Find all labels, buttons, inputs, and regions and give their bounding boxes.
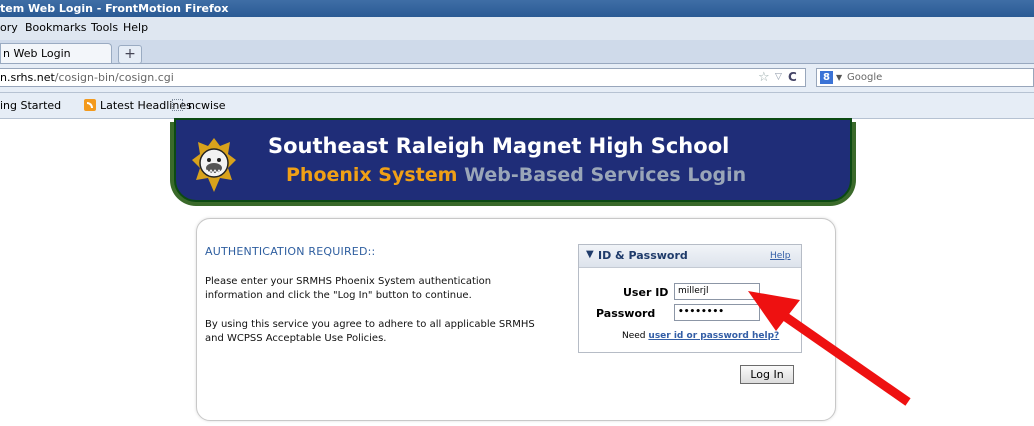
school-banner: Southeast Raleigh Magnet High School Pho… [174,118,852,202]
school-name: Southeast Raleigh Magnet High School [268,134,730,158]
search-engine-label: Google [847,72,883,83]
menu-bookmarks[interactable]: Bookmarks [25,21,86,34]
password-help-link[interactable]: user id or password help? [648,331,779,341]
system-name: Phoenix System [286,164,458,186]
rss-feed-icon [84,99,96,111]
window-titlebar: tem Web Login - FrontMotion Firefox [0,0,1034,17]
tab-strip: n Web Login + [0,40,1034,64]
bookmark-star-icon[interactable]: ☆ [758,69,770,86]
id-password-box: ▼ ID & Password Help User ID millerjl Pa… [578,244,802,353]
help-line: Need user id or password help? [622,331,779,341]
log-in-button[interactable]: Log In [740,365,794,384]
reload-icon[interactable]: C [788,69,797,86]
need-text: Need [622,331,646,341]
id-password-header[interactable]: ▼ ID & Password Help [579,245,801,268]
page-icon [172,99,183,111]
google-icon[interactable]: 8 [820,71,833,84]
url-bar[interactable]: n.srhs.net/cosign-bin/cosign.cgi ☆ ▽ C [0,68,806,87]
bulldog-logo-icon [192,138,236,192]
menu-tools[interactable]: Tools [91,21,118,34]
menu-help[interactable]: Help [123,21,148,34]
history-dropdown-icon[interactable]: ▽ [775,69,782,86]
menu-bar: ory Bookmarks Tools Help [0,17,1034,41]
bookmark-getting-started[interactable]: ing Started [0,99,61,112]
url-path: /cosign-bin/cosign.cgi [54,71,174,84]
bookmarks-toolbar: ing Started Latest Headlines ncwise [0,93,1034,119]
search-box[interactable]: 8 ▼ Google [816,68,1034,87]
help-link[interactable]: Help [770,251,791,261]
login-panel: AUTHENTICATION REQUIRED:: Please enter y… [196,218,836,421]
user-id-label: User ID [623,286,669,299]
new-tab-button[interactable]: + [118,45,142,64]
navigation-bar: n.srhs.net/cosign-bin/cosign.cgi ☆ ▽ C 8… [0,64,1034,93]
policy-text: By using this service you agree to adher… [205,319,535,344]
bookmark-ncwise[interactable]: ncwise [188,99,226,112]
password-input[interactable]: •••••••• [674,304,760,321]
search-engine-dropdown-icon[interactable]: ▼ [836,69,842,86]
id-password-title: ID & Password [598,249,688,262]
auth-heading: AUTHENTICATION REQUIRED:: [205,245,376,258]
url-domain: n.srhs.net [0,71,55,84]
tab-web-login[interactable]: n Web Login [0,43,112,63]
collapse-triangle-icon[interactable]: ▼ [586,249,594,260]
instructions-text: Please enter your SRMHS Phoenix System a… [205,276,492,301]
banner-subtitle: Phoenix System Web-Based Services Login [286,164,746,186]
menu-history[interactable]: ory [0,21,18,34]
services-login-text: Web-Based Services Login [464,164,747,186]
user-id-input[interactable]: millerjl [674,283,760,300]
password-label: Password [596,307,656,320]
window-title: tem Web Login - FrontMotion Firefox [0,2,229,15]
